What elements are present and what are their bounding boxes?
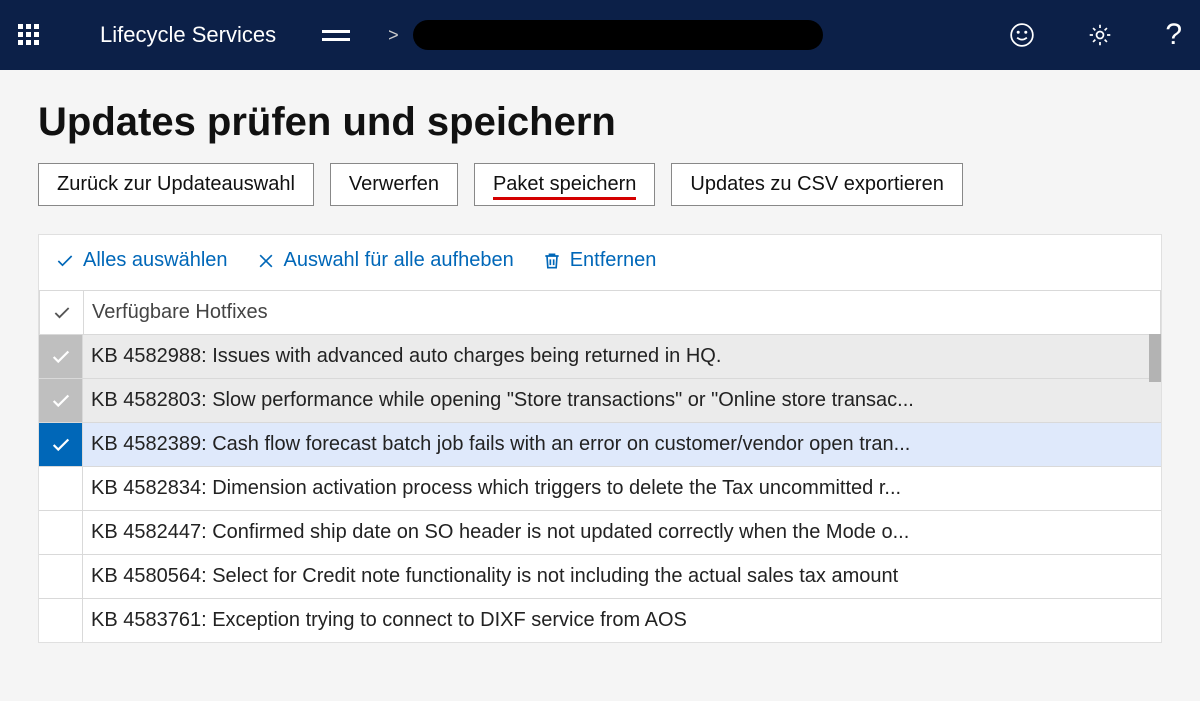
remove-label: Entfernen	[570, 249, 657, 272]
row-checkbox[interactable]	[39, 467, 83, 510]
row-checkbox[interactable]	[39, 599, 83, 642]
row-checkbox[interactable]	[39, 423, 83, 466]
deselect-all-action[interactable]: Auswahl für alle aufheben	[256, 249, 514, 272]
discard-button[interactable]: Verwerfen	[330, 163, 458, 206]
row-checkbox[interactable]	[39, 379, 83, 422]
select-all-action[interactable]: Alles auswählen	[55, 249, 228, 272]
table-row[interactable]: KB 4582803: Slow performance while openi…	[39, 378, 1161, 422]
remove-action[interactable]: Entfernen	[542, 249, 657, 272]
scrollbar-thumb[interactable]	[1149, 334, 1161, 382]
deselect-all-label: Auswahl für alle aufheben	[284, 249, 514, 272]
breadcrumb-redacted	[413, 20, 823, 50]
back-button[interactable]: Zurück zur Updateauswahl	[38, 163, 314, 206]
row-text: KB 4583761: Exception trying to connect …	[83, 599, 1161, 642]
table-row[interactable]: KB 4580564: Select for Credit note funct…	[39, 554, 1161, 598]
page-title: Updates prüfen und speichern	[38, 100, 1162, 145]
settings-gear-icon[interactable]	[1087, 22, 1113, 48]
row-text: KB 4582988: Issues with advanced auto ch…	[83, 335, 1161, 378]
table-row[interactable]: KB 4582988: Issues with advanced auto ch…	[39, 334, 1161, 378]
row-text: KB 4580564: Select for Credit note funct…	[83, 555, 1161, 598]
header-check-icon[interactable]	[40, 291, 84, 334]
action-buttons: Zurück zur Updateauswahl Verwerfen Paket…	[38, 163, 1162, 206]
row-checkbox[interactable]	[39, 511, 83, 554]
help-icon[interactable]: ?	[1165, 18, 1182, 52]
row-checkbox[interactable]	[39, 555, 83, 598]
table-row[interactable]: KB 4583761: Exception trying to connect …	[39, 598, 1161, 642]
x-icon	[256, 251, 276, 271]
top-nav: Lifecycle Services > ?	[0, 0, 1200, 70]
row-text: KB 4582803: Slow performance while openi…	[83, 379, 1161, 422]
menu-icon[interactable]	[322, 25, 350, 46]
row-checkbox[interactable]	[39, 335, 83, 378]
grid-header: Verfügbare Hotfixes	[39, 290, 1161, 334]
table-row[interactable]: KB 4582447: Confirmed ship date on SO he…	[39, 510, 1161, 554]
trash-icon	[542, 251, 562, 271]
select-all-label: Alles auswählen	[83, 249, 228, 272]
save-package-label: Paket speichern	[493, 173, 636, 200]
save-package-button[interactable]: Paket speichern	[474, 163, 655, 206]
hotfix-card: Alles auswählen Auswahl für alle aufhebe…	[38, 234, 1162, 643]
export-csv-button[interactable]: Updates zu CSV exportieren	[671, 163, 962, 206]
check-icon	[55, 251, 75, 271]
breadcrumb-chevron: >	[388, 25, 399, 46]
feedback-smiley-icon[interactable]	[1009, 22, 1035, 48]
row-text: KB 4582447: Confirmed ship date on SO he…	[83, 511, 1161, 554]
app-launcher-icon[interactable]	[18, 24, 40, 46]
row-text: KB 4582389: Cash flow forecast batch job…	[83, 423, 1161, 466]
grid-toolbar: Alles auswählen Auswahl für alle aufhebe…	[39, 235, 1161, 290]
grid-body: KB 4582988: Issues with advanced auto ch…	[39, 334, 1161, 642]
grid-header-label: Verfügbare Hotfixes	[84, 291, 1160, 334]
brand-title[interactable]: Lifecycle Services	[100, 22, 276, 48]
table-row[interactable]: KB 4582834: Dimension activation process…	[39, 466, 1161, 510]
table-row[interactable]: KB 4582389: Cash flow forecast batch job…	[39, 422, 1161, 466]
row-text: KB 4582834: Dimension activation process…	[83, 467, 1161, 510]
